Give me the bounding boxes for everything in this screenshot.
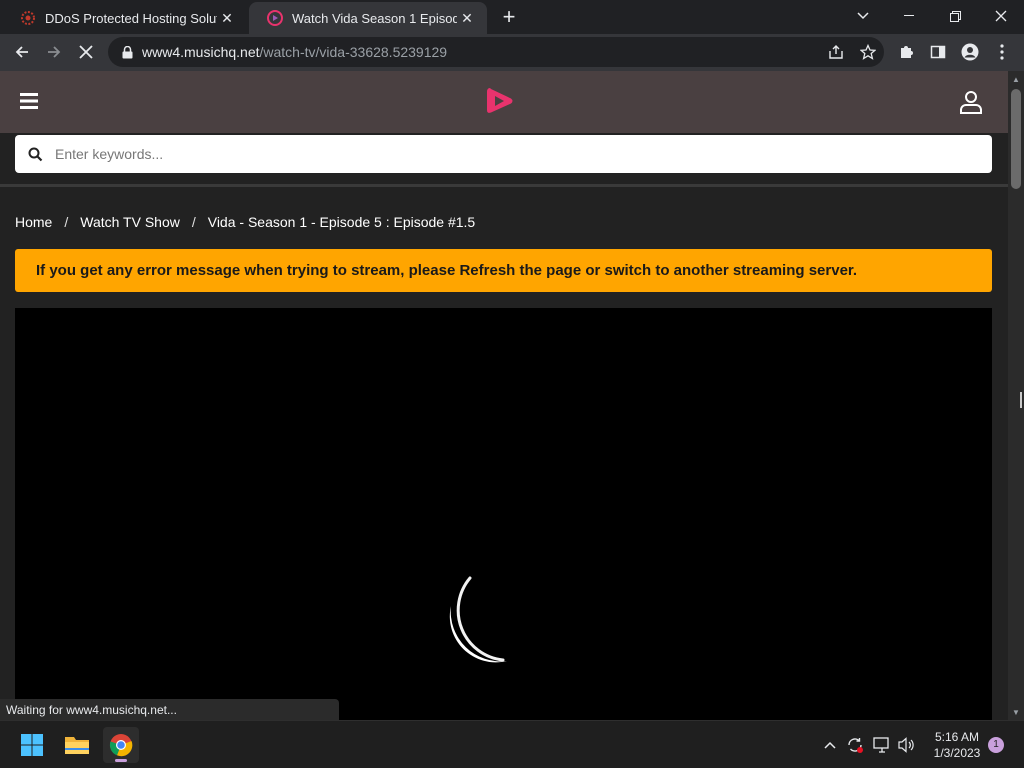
breadcrumb-separator: / bbox=[191, 214, 196, 230]
close-window-button[interactable] bbox=[978, 0, 1024, 32]
site-header bbox=[0, 71, 1008, 133]
profile-avatar-icon[interactable] bbox=[956, 38, 984, 66]
sync-icon[interactable] bbox=[845, 735, 865, 755]
stop-loading-button[interactable] bbox=[72, 38, 100, 66]
browser-toolbar: www4.musichq.net/watch-tv/vida-33628.523… bbox=[0, 34, 1024, 71]
lock-icon[interactable] bbox=[120, 45, 134, 59]
scroll-up-arrow-icon[interactable]: ▲ bbox=[1008, 71, 1024, 87]
search-section bbox=[0, 133, 1008, 187]
close-icon[interactable]: ✕ bbox=[457, 8, 477, 28]
breadcrumb: Home / Watch TV Show / Vida - Season 1 -… bbox=[15, 214, 475, 230]
side-panel-icon[interactable] bbox=[924, 38, 952, 66]
breadcrumb-current-episode: Vida - Season 1 - Episode 5 : Episode #1… bbox=[207, 214, 476, 230]
network-icon[interactable] bbox=[872, 735, 892, 755]
taskbar-clock[interactable]: 5:16 AM 1/3/2023 bbox=[920, 729, 994, 761]
loading-spinner-icon bbox=[445, 566, 545, 666]
site-logo-play-icon[interactable] bbox=[484, 85, 516, 117]
show-hidden-icons-chevron-icon[interactable] bbox=[820, 735, 840, 755]
url-path: /watch-tv/vida-33628.5239129 bbox=[259, 44, 448, 60]
notice-text: If you get any error message when trying… bbox=[36, 262, 858, 279]
url-text[interactable]: www4.musichq.net/watch-tv/vida-33628.523… bbox=[142, 44, 820, 60]
chrome-taskbar-icon[interactable] bbox=[103, 727, 139, 763]
breadcrumb-watch-tv-show-link[interactable]: Watch TV Show bbox=[80, 214, 180, 230]
page-viewport: Home / Watch TV Show / Vida - Season 1 -… bbox=[0, 71, 1008, 720]
scroll-down-arrow-icon[interactable]: ▼ bbox=[1008, 704, 1024, 720]
share-icon[interactable] bbox=[820, 38, 852, 66]
windows-start-icon[interactable] bbox=[14, 727, 50, 763]
notification-count-badge[interactable]: 1 bbox=[988, 737, 1004, 753]
browser-tab-strip: DDoS Protected Hosting Solution ✕ Watch … bbox=[0, 0, 1024, 34]
tab-search-chevron-icon[interactable] bbox=[840, 0, 886, 32]
search-input[interactable] bbox=[55, 146, 992, 162]
windows-taskbar: 5:16 AM 1/3/2023 1 bbox=[0, 720, 1024, 768]
back-button[interactable] bbox=[8, 38, 36, 66]
tab-title: DDoS Protected Hosting Solution bbox=[45, 10, 217, 26]
address-bar[interactable]: www4.musichq.net/watch-tv/vida-33628.523… bbox=[108, 37, 884, 67]
tab-ddos-protected-hosting[interactable]: DDoS Protected Hosting Solution ✕ bbox=[2, 2, 247, 34]
tab-watch-vida[interactable]: Watch Vida Season 1 Episode 5: I ✕ bbox=[249, 2, 487, 34]
chrome-menu-icon[interactable] bbox=[988, 38, 1016, 66]
volume-icon[interactable] bbox=[897, 735, 917, 755]
breadcrumb-separator: / bbox=[64, 214, 69, 230]
video-player[interactable] bbox=[15, 308, 992, 720]
clock-time: 5:16 AM bbox=[934, 730, 980, 744]
new-tab-button[interactable]: + bbox=[497, 5, 521, 29]
forward-button[interactable] bbox=[40, 38, 68, 66]
ddos-favicon-icon bbox=[20, 10, 36, 26]
restore-button[interactable] bbox=[932, 0, 978, 32]
search-icon[interactable] bbox=[15, 147, 55, 162]
hamburger-menu-icon[interactable] bbox=[18, 89, 42, 113]
close-icon[interactable]: ✕ bbox=[217, 8, 237, 28]
stream-error-notice: If you get any error message when trying… bbox=[15, 249, 992, 292]
bookmark-star-icon[interactable] bbox=[852, 38, 884, 66]
extensions-puzzle-icon[interactable] bbox=[892, 38, 920, 66]
breadcrumb-home-link[interactable]: Home bbox=[15, 214, 52, 230]
scroll-thumb[interactable] bbox=[1011, 89, 1021, 189]
browser-status-bubble: Waiting for www4.musichq.net... bbox=[0, 699, 339, 720]
search-box bbox=[15, 135, 992, 173]
user-account-icon[interactable] bbox=[958, 89, 984, 115]
mouse-cursor-icon bbox=[1020, 392, 1024, 408]
minimize-button[interactable] bbox=[886, 0, 932, 32]
musichq-favicon-icon bbox=[267, 10, 283, 26]
file-explorer-icon[interactable] bbox=[59, 727, 95, 763]
clock-date: 1/3/2023 bbox=[933, 746, 981, 760]
tab-title: Watch Vida Season 1 Episode 5: I bbox=[292, 10, 457, 26]
url-host: www4.musichq.net bbox=[142, 44, 260, 60]
